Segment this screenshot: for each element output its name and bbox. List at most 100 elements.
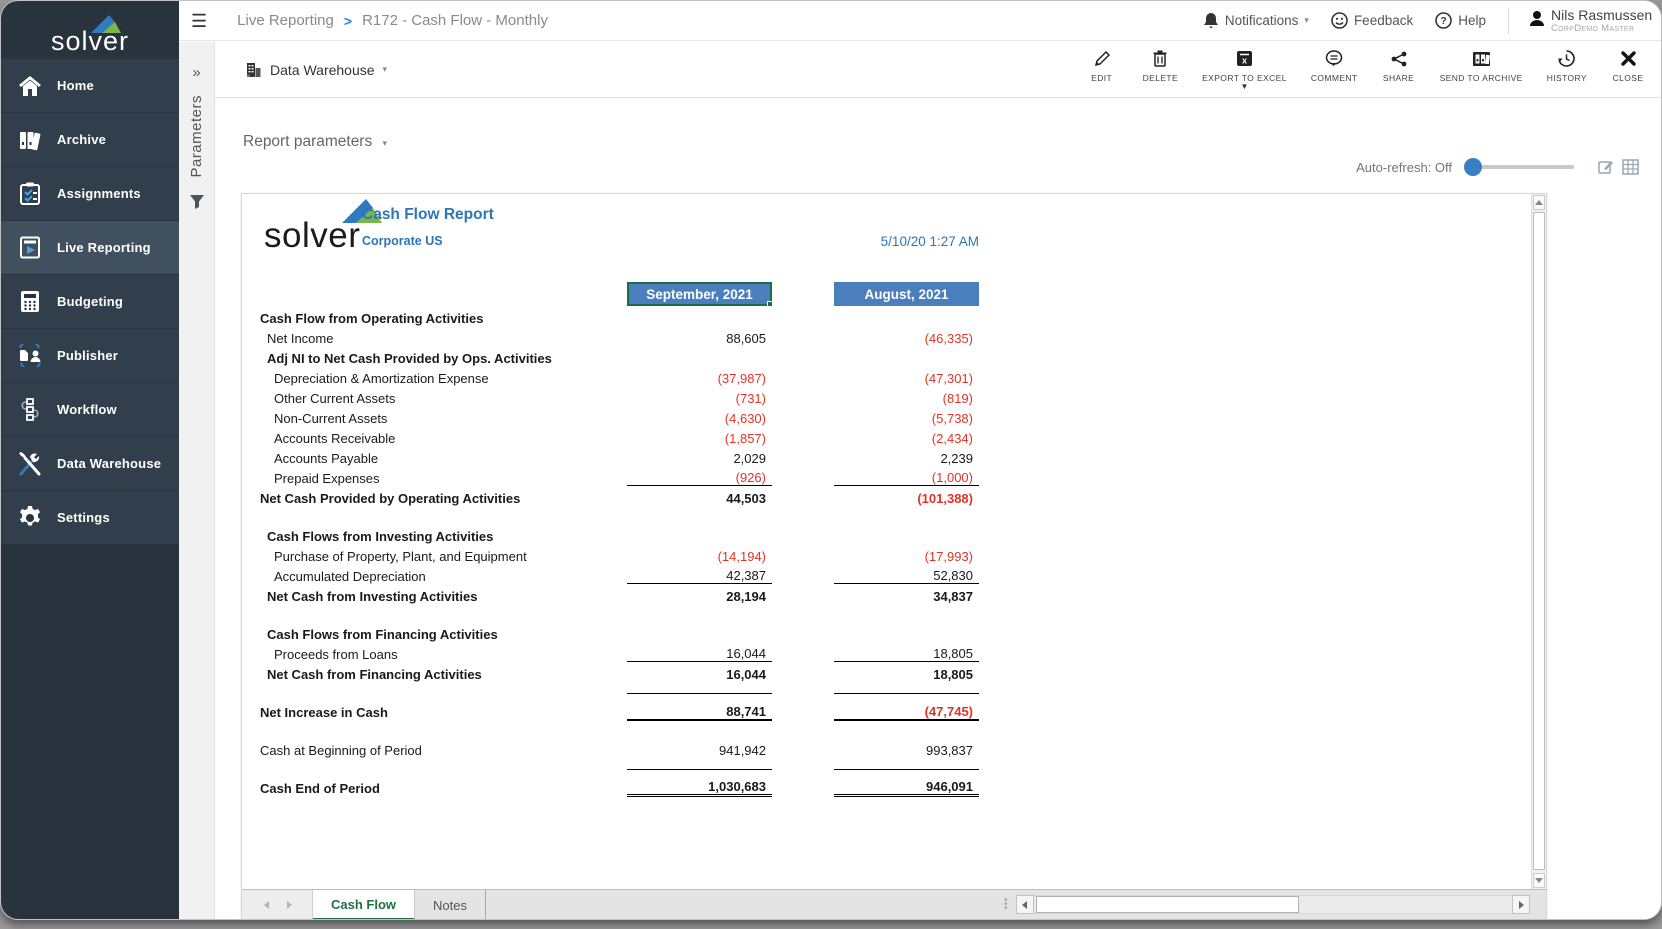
notifications-button[interactable]: Notifications ▾: [1203, 12, 1309, 29]
sidebar-item-assignments[interactable]: Assignments: [1, 167, 179, 220]
value-september[interactable]: 16,044: [627, 646, 772, 662]
value-september[interactable]: 16,044: [627, 667, 772, 682]
data-source-picker[interactable]: Data Warehouse ▾: [245, 62, 387, 78]
value-september[interactable]: 44,503: [627, 491, 772, 506]
tab-notes[interactable]: Notes: [415, 890, 486, 920]
value-september[interactable]: (37,987): [627, 371, 772, 386]
value-august[interactable]: (47,745): [834, 704, 979, 721]
send-to-archive-button[interactable]: SEND TO ARCHIVE: [1440, 49, 1523, 83]
export-to-excel-button[interactable]: x EXPORT TO EXCEL ▼: [1202, 49, 1287, 91]
bell-icon: [1203, 12, 1219, 29]
horizontal-scroll-track[interactable]: [1034, 895, 1512, 914]
row-label: Prepaid Expenses: [260, 471, 627, 486]
menu-hamburger-icon[interactable]: ☰: [191, 12, 207, 30]
value-august[interactable]: (819): [834, 391, 979, 406]
value-september[interactable]: 1,030,683: [627, 779, 772, 797]
value-september[interactable]: (4,630): [627, 411, 772, 426]
row-label: Purchase of Property, Plant, and Equipme…: [260, 549, 627, 564]
assignments-icon: [17, 181, 43, 207]
value-september[interactable]: 88,741: [627, 704, 772, 721]
column-header-august[interactable]: August, 2021: [834, 282, 979, 306]
scroll-up-button[interactable]: [1533, 195, 1545, 210]
value-august[interactable]: (101,388): [834, 491, 979, 506]
value-september[interactable]: 42,387: [627, 568, 772, 584]
value-august[interactable]: 52,830: [834, 568, 979, 584]
value-september[interactable]: (14,194): [627, 549, 772, 564]
sidebar-item-archive[interactable]: Archive: [1, 113, 179, 166]
auto-refresh-slider[interactable]: [1466, 165, 1574, 169]
sidebar-item-settings[interactable]: Settings: [1, 491, 179, 544]
sidebar-item-label: Home: [57, 78, 94, 93]
scroll-left-button[interactable]: [1016, 895, 1034, 914]
data-warehouse-icon: [17, 451, 43, 477]
grid-view-icon[interactable]: [1622, 159, 1639, 175]
value-september[interactable]: 88,605: [627, 331, 772, 346]
feedback-button[interactable]: Feedback: [1331, 12, 1413, 29]
breadcrumb-section[interactable]: Live Reporting: [237, 12, 334, 29]
sidebar-item-publisher[interactable]: Publisher: [1, 329, 179, 382]
sidebar-item-workflow[interactable]: Workflow: [1, 383, 179, 436]
share-button[interactable]: SHARE: [1382, 49, 1416, 83]
value-august[interactable]: 946,091: [834, 779, 979, 797]
scroll-right-button[interactable]: [1512, 895, 1530, 914]
value-september[interactable]: (731): [627, 391, 772, 406]
share-icon: [1391, 49, 1407, 69]
value-august[interactable]: (46,335): [834, 331, 979, 346]
comment-button[interactable]: COMMENT: [1311, 49, 1358, 83]
column-label: September, 2021: [646, 287, 753, 302]
scrollbar-splitter[interactable]: •••: [1004, 899, 1008, 911]
delete-button[interactable]: DELETE: [1143, 49, 1178, 83]
value-august[interactable]: (17,993): [834, 549, 979, 564]
tab-label: Notes: [433, 898, 467, 913]
value-august[interactable]: 2,239: [834, 451, 979, 466]
action-label: HISTORY: [1547, 73, 1587, 83]
edit-cell-icon[interactable]: [1598, 159, 1614, 175]
close-button[interactable]: CLOSE: [1611, 49, 1645, 83]
sheet-next-icon[interactable]: [287, 901, 292, 909]
value-august[interactable]: 34,837: [834, 589, 979, 604]
scroll-down-button[interactable]: [1533, 873, 1545, 888]
app-window: solver Home Archive Assignments Live Rep: [0, 0, 1662, 920]
history-button[interactable]: HISTORY: [1547, 49, 1587, 83]
sidebar-item-home[interactable]: Home: [1, 59, 179, 112]
value-august[interactable]: 18,805: [834, 667, 979, 682]
value-september[interactable]: 2,029: [627, 451, 772, 466]
vertical-scroll-thumb[interactable]: [1533, 212, 1545, 870]
value-august[interactable]: 993,837: [834, 743, 979, 758]
spacer-row: [242, 722, 1531, 740]
help-button[interactable]: ? Help: [1435, 12, 1486, 29]
report-parameters-toggle[interactable]: Report parameters ▾: [243, 133, 387, 151]
sidebar-item-budgeting[interactable]: Budgeting: [1, 275, 179, 328]
report-row: Net Income88,605(46,335): [242, 328, 1531, 348]
vertical-scrollbar[interactable]: [1531, 194, 1546, 889]
value-august[interactable]: 18,805: [834, 646, 979, 662]
value-september[interactable]: 941,942: [627, 743, 772, 758]
sheet-prev-icon[interactable]: [264, 901, 269, 909]
report-panel: solver Cash Flow Report Corporate US 5/1…: [241, 193, 1547, 920]
value-september[interactable]: 28,194: [627, 589, 772, 604]
column-header-september[interactable]: September, 2021: [627, 282, 772, 306]
slider-knob[interactable]: [1464, 158, 1482, 176]
report-row: Depreciation & Amortization Expense(37,9…: [242, 368, 1531, 388]
value-august[interactable]: (1,000): [834, 470, 979, 486]
value-september[interactable]: (1,857): [627, 431, 772, 446]
spacer-row: [242, 606, 1531, 624]
value-august[interactable]: (47,301): [834, 371, 979, 386]
value-august[interactable]: (2,434): [834, 431, 979, 446]
sidebar-item-label: Settings: [57, 510, 110, 525]
filter-funnel-icon[interactable]: [189, 194, 205, 209]
horizontal-scroll-thumb[interactable]: [1036, 896, 1299, 913]
edit-button[interactable]: EDIT: [1085, 49, 1119, 83]
horizontal-scrollbar[interactable]: •••: [1004, 894, 1530, 915]
value-august[interactable]: (5,738): [834, 411, 979, 426]
value-september[interactable]: (926): [627, 470, 772, 486]
report-row: Cash at Beginning of Period941,942993,83…: [242, 740, 1531, 760]
chevron-down-icon: ▾: [1304, 15, 1309, 26]
sidebar-item-live-reporting[interactable]: Live Reporting: [1, 221, 179, 274]
action-label: DELETE: [1143, 73, 1178, 83]
tab-cash-flow[interactable]: Cash Flow: [313, 890, 415, 920]
sidebar-item-data-warehouse[interactable]: Data Warehouse: [1, 437, 179, 490]
user-menu[interactable]: Nils Rasmussen CorpDemo Master: [1529, 8, 1659, 34]
expand-parameters-chevron[interactable]: »: [192, 64, 200, 81]
report-row: Non-Current Assets(4,630)(5,738): [242, 408, 1531, 428]
